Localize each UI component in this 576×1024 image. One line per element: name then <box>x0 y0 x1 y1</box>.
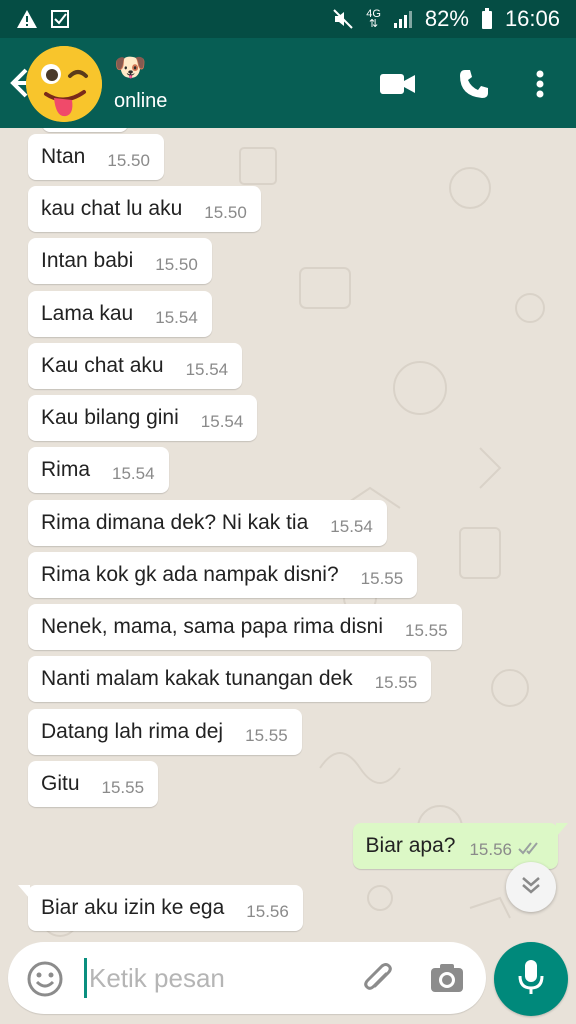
message-text: Kau bilang gini <box>41 406 179 429</box>
message-text: Intan babi <box>41 249 134 272</box>
network-4g-icon: 4G ⇅ <box>366 8 381 30</box>
microphone-button[interactable] <box>494 942 568 1016</box>
message-bubble-incoming[interactable]: Kau bilang gini 15.54 <box>28 395 258 441</box>
message-time: 15.54 <box>200 412 244 431</box>
message-time: 15.56 <box>469 840 512 859</box>
message-time: 15.55 <box>404 621 448 640</box>
message-text: Datang lah rima dej <box>41 720 224 743</box>
message-text: Kau chat aku <box>41 354 164 377</box>
message-time: 15.50 <box>155 255 198 274</box>
message-time: 15.54 <box>112 464 155 483</box>
battery-icon <box>481 8 493 30</box>
message-text: Ntan <box>41 145 86 168</box>
message-time: 15.54 <box>155 308 198 327</box>
message-time: 15.55 <box>245 726 288 745</box>
camera-icon[interactable] <box>428 960 466 998</box>
message-time: 15.50 <box>204 203 247 222</box>
message-bubble-incoming[interactable]: Kau chat aku 15.54 <box>28 343 243 389</box>
checkbox-icon <box>50 9 70 29</box>
message-text: Rima kok gk ada nampak disni? <box>41 563 339 586</box>
message-time: 15.55 <box>360 569 404 588</box>
double-check-icon <box>518 840 544 861</box>
status-bar-right: 4G ⇅ 82% 16:06 <box>332 6 560 32</box>
message-composer <box>0 938 576 1024</box>
bubble-tail <box>18 885 30 899</box>
message-time: 15.56 <box>246 902 289 921</box>
message-bubble-incoming[interactable]: Gitu 15.55 <box>28 761 159 807</box>
message-input[interactable] <box>84 958 344 998</box>
status-bar-left <box>16 9 70 29</box>
signal-icon <box>393 9 413 29</box>
contact-status: online <box>114 90 168 112</box>
contact-name[interactable]: 🐶 <box>114 52 146 83</box>
message-text: Biar aku izin ke ega <box>41 896 225 919</box>
chat-area[interactable]: Ntan 15.50 kau chat lu aku 15.50 Intan b… <box>0 128 576 938</box>
message-text: Rima <box>41 458 91 481</box>
message-bubble-incoming[interactable]: Nanti malam kakak tunangan dek 15.55 <box>28 656 432 702</box>
message-bubble-incoming[interactable]: Datang lah rima dej 15.55 <box>28 709 302 755</box>
message-bubble-incoming[interactable]: Biar aku izin ke ega 15.56 <box>18 885 303 931</box>
bubble-tail <box>556 823 568 837</box>
message-time: 15.50 <box>107 151 150 170</box>
microphone-icon <box>517 958 545 1001</box>
scroll-to-bottom-button[interactable] <box>506 862 556 912</box>
message-text: Lama kau <box>41 302 134 325</box>
video-call-icon[interactable] <box>376 62 420 106</box>
message-time: 15.54 <box>330 517 373 536</box>
message-text: Gitu <box>41 772 80 795</box>
double-chevron-down-icon <box>520 875 542 900</box>
partial-message-bubble <box>42 128 128 132</box>
message-bubble-incoming[interactable]: Nenek, mama, sama papa rima disni 15.55 <box>28 604 462 650</box>
message-bubble-incoming[interactable]: Rima dimana dek? Ni kak tia 15.54 <box>28 500 387 546</box>
status-bar: 4G ⇅ 82% 16:06 <box>0 0 576 38</box>
message-bubble-incoming[interactable]: Ntan 15.50 <box>28 134 164 180</box>
message-bubble-incoming[interactable]: kau chat lu aku 15.50 <box>28 186 261 232</box>
winking-tongue-face-icon[interactable] <box>26 46 102 122</box>
battery-percentage: 82% <box>424 6 469 31</box>
message-text: Rima dimana dek? Ni kak tia <box>41 511 309 534</box>
message-text: kau chat lu aku <box>41 197 183 220</box>
message-bubble-incoming[interactable]: Intan babi 15.50 <box>28 238 212 284</box>
chat-header: 🐶 online <box>0 38 576 128</box>
message-text: Biar apa? <box>365 834 456 857</box>
message-time: 15.55 <box>101 778 145 797</box>
phone-call-icon[interactable] <box>452 62 496 106</box>
clock: 16:06 <box>504 6 560 31</box>
mute-icon <box>332 8 354 30</box>
message-time: 15.54 <box>185 360 229 379</box>
message-bubble-incoming[interactable]: Rima 15.54 <box>28 447 169 493</box>
message-text: Nanti malam kakak tunangan dek <box>41 667 353 690</box>
more-options-icon[interactable] <box>518 62 562 106</box>
warning-icon <box>16 9 38 29</box>
message-bubble-incoming[interactable]: Lama kau 15.54 <box>28 291 212 337</box>
attachment-icon[interactable] <box>360 960 398 998</box>
message-text: Nenek, mama, sama papa rima disni <box>41 615 383 638</box>
message-time: 15.55 <box>374 673 418 692</box>
message-input-container[interactable] <box>8 942 486 1014</box>
message-bubble-incoming[interactable]: Rima kok gk ada nampak disni? 15.55 <box>28 552 418 598</box>
emoji-icon[interactable] <box>26 960 64 998</box>
